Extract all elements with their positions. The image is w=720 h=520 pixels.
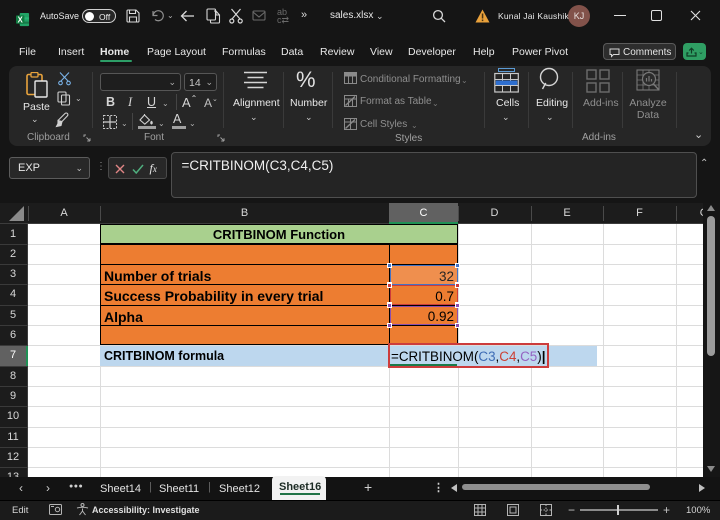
svg-text:X: X [18,15,24,24]
